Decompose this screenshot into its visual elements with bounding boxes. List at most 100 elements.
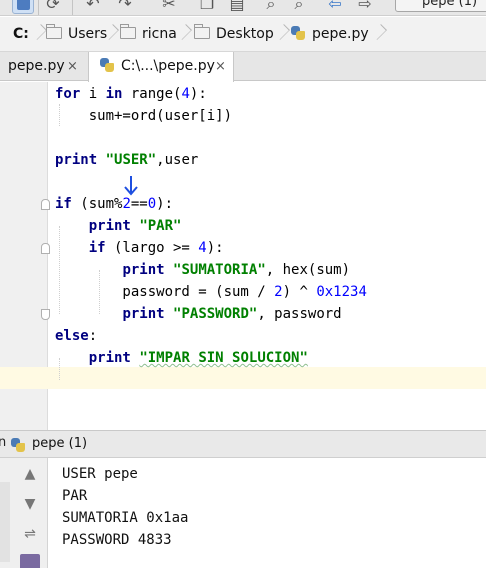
code-token-str: "PAR" — [139, 218, 182, 234]
code-line: if (largo >= 4): — [55, 237, 224, 259]
code-token: == — [130, 196, 148, 212]
code-line: print "IMPAR SIN SOLUCION" — [55, 347, 308, 369]
close-icon[interactable]: × — [215, 52, 226, 81]
console-line: SUMATORIA 0x1aa — [62, 510, 189, 526]
cut-button[interactable]: ✂ — [158, 0, 180, 14]
undo-icon: ↶ — [86, 0, 100, 13]
code-token-str: "IMPAR SIN SOLUCION" — [139, 350, 308, 366]
breadcrumb-drive-label: C: — [13, 26, 29, 42]
paste-button[interactable]: ▤ — [226, 0, 248, 14]
console-line: PASSWORD 4833 — [62, 532, 172, 548]
code-token-kw: if — [88, 240, 106, 256]
breadcrumb-item-users[interactable]: Users — [46, 17, 107, 52]
run-configuration-selector[interactable]: pepe (1) — [395, 0, 486, 12]
code-token-num: 2 — [274, 284, 283, 300]
code-token: sum+=ord(user[i]) — [55, 108, 233, 124]
breadcrumb-chevron-icon — [177, 17, 187, 52]
breadcrumb-chevron-icon — [372, 17, 382, 52]
run-panel-header: n pepe (1) — [0, 430, 486, 458]
paste-icon: ▤ — [229, 0, 245, 13]
forward-icon: ⇨ — [358, 0, 372, 13]
code-token: password = (sum / — [55, 284, 275, 300]
folder-icon — [46, 24, 62, 39]
run-panel-title[interactable]: pepe (1) — [32, 436, 87, 451]
python-file-icon — [290, 25, 306, 41]
code-token: : — [88, 328, 98, 344]
copy-button[interactable]: ❐ — [196, 0, 218, 14]
replace-button[interactable]: ⌕ — [288, 0, 310, 14]
redo-button[interactable]: ↷ — [114, 0, 136, 14]
replace-icon: ⌕ — [294, 0, 304, 13]
folder-icon — [194, 24, 210, 39]
code-token: , hex(sum) — [265, 262, 351, 278]
code-token-str: "USER" — [105, 152, 157, 168]
code-token-num: 2 — [122, 196, 131, 212]
breadcrumb-item-desktop[interactable]: Desktop — [194, 17, 274, 52]
tab-active-pepe-py[interactable]: C:\...\pepe.py × — [88, 52, 234, 82]
breadcrumb-item-ricna[interactable]: ricna — [120, 17, 177, 52]
console-line: USER pepe — [62, 466, 138, 482]
code-token: (largo >= — [105, 240, 199, 256]
soft-wrap-button[interactable]: ⇌ — [20, 526, 40, 546]
cut-icon: ✂ — [162, 0, 176, 13]
fold-marker-icon[interactable] — [41, 243, 50, 254]
back-button[interactable]: ⇦ — [324, 0, 346, 14]
forward-button[interactable]: ⇨ — [354, 0, 376, 14]
up-icon: ▲ — [24, 466, 36, 482]
undo-button[interactable]: ↶ — [82, 0, 104, 14]
code-token-kw: print — [122, 306, 165, 322]
left-edge-strip — [0, 482, 10, 562]
code-line: print "USER",user — [55, 149, 198, 171]
rerun-button[interactable]: ▲ — [20, 466, 40, 486]
back-icon: ⇦ — [328, 0, 342, 13]
tab-pepe-py[interactable]: pepe.py × — [0, 52, 86, 81]
code-token-kw: for — [55, 86, 81, 102]
close-icon[interactable]: × — [67, 52, 78, 81]
code-line: else: — [55, 325, 97, 347]
tab-label: pepe.py — [8, 58, 65, 74]
code-line: print "PASSWORD", password — [55, 303, 342, 325]
code-line: if (sum%2==0): — [55, 193, 173, 215]
code-token-str: "PASSWORD" — [173, 306, 258, 322]
copy-icon: ❐ — [199, 0, 215, 13]
fold-marker-icon[interactable] — [41, 199, 50, 210]
breadcrumb-file[interactable]: pepe.py — [290, 17, 369, 52]
code-token: ) ^ — [282, 284, 317, 300]
breadcrumb-file-label: pepe.py — [312, 26, 369, 42]
code-line: password = (sum / 2) ^ 0x1234 — [55, 281, 366, 303]
current-line-highlight — [0, 367, 486, 389]
code-token-kw: print — [122, 262, 165, 278]
save-icon — [17, 0, 30, 10]
run-toolbar: ▲ ▼ ⇌ — [0, 458, 48, 568]
run-console-output[interactable]: USER pepe PAR SUMATORIA 0x1aa PASSWORD 4… — [48, 458, 486, 568]
save-all-button[interactable] — [12, 0, 34, 14]
main-toolbar: ⟳ ↶ ↷ ✂ ❐ ▤ ⌕ ⌕ ⇦ ⇨ pepe (1) — [0, 0, 486, 16]
stop-button[interactable] — [20, 554, 40, 568]
soft-wrap-icon: ⇌ — [24, 526, 36, 542]
run-panel-prefix: n — [0, 435, 7, 450]
search-icon: ⌕ — [266, 0, 276, 13]
synchronize-button[interactable]: ⟳ — [42, 0, 64, 14]
find-button[interactable]: ⌕ — [260, 0, 282, 14]
redo-icon: ↷ — [118, 0, 132, 13]
code-token: ): — [206, 240, 224, 256]
code-token: ): — [156, 196, 174, 212]
code-token-kw: print — [88, 350, 131, 366]
down-icon: ▼ — [24, 496, 36, 512]
scroll-down-button[interactable]: ▼ — [20, 496, 40, 516]
code-token: , password — [257, 306, 342, 322]
code-token-kw: else — [55, 328, 89, 344]
fold-marker-icon[interactable] — [41, 309, 50, 320]
code-editor[interactable]: for i in range(4): sum+=ord(user[i]) prin… — [0, 82, 486, 430]
code-token-str: "SUMATORIA" — [173, 262, 266, 278]
code-token: ): — [189, 86, 207, 102]
python-file-icon — [10, 437, 26, 453]
code-token-kw: in — [105, 86, 123, 102]
breadcrumb-item-label: Desktop — [216, 26, 274, 42]
breadcrumb-drive[interactable]: C: — [13, 17, 29, 52]
code-token: (sum% — [71, 196, 123, 212]
